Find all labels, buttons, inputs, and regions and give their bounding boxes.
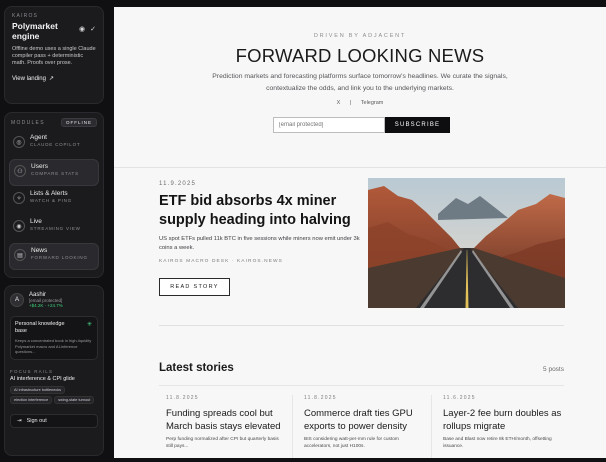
modules-header: MODULES OFFLINE <box>9 118 99 127</box>
featured-image[interactable] <box>368 178 565 308</box>
read-story-button[interactable]: READ STORY <box>159 278 230 296</box>
story-date: 11.8.2025 <box>304 395 337 401</box>
sidebar-item-agent[interactable]: ◎ Agent CLAUDE COPILOT <box>9 131 99 158</box>
story-card[interactable]: 11.6.2025 Layer-2 fee burn doubles as ro… <box>431 395 563 458</box>
story-title: Layer-2 fee burn doubles as rollups migr… <box>443 408 562 432</box>
sparkle-icon: ✳ <box>86 322 92 328</box>
latest-stories-count: 5 posts <box>543 366 564 373</box>
sidebar-item-label: Lists & Alerts <box>30 190 68 197</box>
divider <box>159 385 564 386</box>
sidebar-item-label: Live <box>30 218 42 225</box>
sidebar-item-label: Users <box>31 163 48 170</box>
alerts-icon: ✧ <box>13 192 25 204</box>
story-title: Funding spreads cool but March basis sta… <box>166 408 281 432</box>
sidebar-item-users[interactable]: ⚇ Users COMPARE STATS <box>9 159 99 186</box>
user-card: A Aashir [email protected] +$4.2K · +24.… <box>4 285 104 456</box>
user-profile[interactable]: A Aashir [email protected] +$4.2K · +24.… <box>10 292 98 308</box>
view-landing-label: View landing <box>12 75 46 82</box>
user-pnl: +$4.2K · +24.7% <box>29 303 63 308</box>
sign-out-icon: ⇥ <box>17 417 22 424</box>
agent-icon: ◎ <box>13 136 25 148</box>
avatar: A <box>10 293 24 307</box>
divider <box>114 167 606 168</box>
sign-out-label: Sign out <box>26 417 47 424</box>
brand-card: KAIROS Polymarket engine ◉ ✓ Offline dem… <box>4 6 104 104</box>
news-icon: ▤ <box>14 249 26 261</box>
story-card[interactable]: 11.8.2025 Funding spreads cool but March… <box>159 395 284 458</box>
sidebar-item-sublabel: COMPARE STATS <box>31 171 79 176</box>
arrow-up-right-icon: ↗ <box>48 76 54 82</box>
featured-title[interactable]: ETF bid absorbs 4x miner supply heading … <box>159 192 359 230</box>
story-description: Perp funding normalized after CPI but qu… <box>166 437 279 449</box>
knowledge-base-card[interactable]: ✳ Personal knowledge base Keeps a concen… <box>10 316 98 360</box>
sidebar-item-live[interactable]: ◉ Live STREAMING VIEW <box>9 215 99 242</box>
focus-rails-title: FOCUS RAILS <box>10 368 54 374</box>
story-card[interactable]: 11.8.2025 Commerce draft ties GPU export… <box>292 395 424 458</box>
featured-meta: KAIROS MACRO DESK · KAIROS.NEWS <box>159 259 283 264</box>
featured-date: 11.9.2025 <box>159 181 197 187</box>
modules-card: MODULES OFFLINE ◎ Agent CLAUDE COPILOT ⚇… <box>4 112 104 278</box>
sidebar-item-label: News <box>31 247 48 254</box>
sidebar-item-lists-alerts[interactable]: ✧ Lists & Alerts WATCH & PING <box>9 187 99 214</box>
story-description: Base and Blast now retire 8k ETH/month, … <box>443 437 552 449</box>
divider <box>159 325 564 326</box>
sidebar-item-sublabel: STREAMING VIEW <box>30 226 81 231</box>
sidebar-item-sublabel: FORWARD LOOKING <box>31 255 88 260</box>
sidebar: KAIROS Polymarket engine ◉ ✓ Offline dem… <box>4 6 106 458</box>
story-date: 11.8.2025 <box>166 395 199 401</box>
users-icon: ⚇ <box>14 165 26 177</box>
focus-rails-heading: AI interference & CPI glide <box>10 375 75 382</box>
brand-icons: ◉ ✓ <box>79 25 96 33</box>
subscribe-button[interactable]: SUBSCRIBE <box>385 117 450 133</box>
story-date: 11.6.2025 <box>443 395 476 401</box>
focus-rails-chips: AI infrastructure bottlenecks election i… <box>10 385 98 404</box>
latest-stories-title: Latest stories <box>159 362 234 374</box>
page-description: Prediction markets and forecasting platf… <box>212 73 508 92</box>
knowledge-base-title: Personal knowledge base <box>15 321 65 334</box>
story-title: Commerce draft ties GPU exports to power… <box>304 408 413 432</box>
social-separator: | <box>349 100 352 106</box>
live-icon: ◉ <box>13 220 25 232</box>
focus-chip[interactable]: AI infrastructure bottlenecks <box>10 385 66 394</box>
telegram-link[interactable]: Telegram <box>361 100 384 106</box>
view-landing-link[interactable]: View landing ↗ <box>12 75 96 83</box>
brand-title: Polymarket engine <box>12 21 58 41</box>
app-window: KAIROS Polymarket engine ◉ ✓ Offline dem… <box>0 0 606 462</box>
modules-title: MODULES <box>11 119 45 126</box>
brand-eyebrow: KAIROS <box>12 13 39 19</box>
check-circle-icon[interactable]: ✓ <box>90 25 96 33</box>
x-link[interactable]: X <box>337 100 341 106</box>
social-links: X | Telegram <box>114 100 606 106</box>
featured-description: US spot ETFs pulled 11k BTC in five sess… <box>159 236 360 251</box>
driven-by-label: DRIVEN BY ADJACENT <box>313 33 407 39</box>
brand-description: Offline demo uses a single Claude compil… <box>12 46 96 66</box>
story-description: BIS considering watt-per-mm rule for cus… <box>304 437 399 449</box>
focus-chip[interactable]: election interference <box>10 395 53 404</box>
sidebar-item-sublabel: WATCH & PING <box>30 198 73 203</box>
news-page: DRIVEN BY ADJACENT FORWARD LOOKING NEWS … <box>114 7 606 458</box>
sidebar-item-sublabel: CLAUDE COPILOT <box>30 142 81 147</box>
focus-chip[interactable]: swing-state turnout <box>54 395 95 404</box>
settings-dot-icon[interactable]: ◉ <box>79 25 85 33</box>
knowledge-base-description: Keeps a concentrated book in high-liquid… <box>15 338 92 354</box>
sign-out-button[interactable]: ⇥ Sign out <box>10 413 98 428</box>
page-title: FORWARD LOOKING NEWS <box>235 45 485 66</box>
subscribe-form: SUBSCRIBE <box>273 117 450 133</box>
desert-road-image <box>368 178 565 308</box>
sidebar-item-label: Agent <box>30 134 47 141</box>
sidebar-item-news[interactable]: ▤ News FORWARD LOOKING <box>9 243 99 270</box>
email-field[interactable] <box>273 117 385 133</box>
offline-badge: OFFLINE <box>60 118 97 127</box>
